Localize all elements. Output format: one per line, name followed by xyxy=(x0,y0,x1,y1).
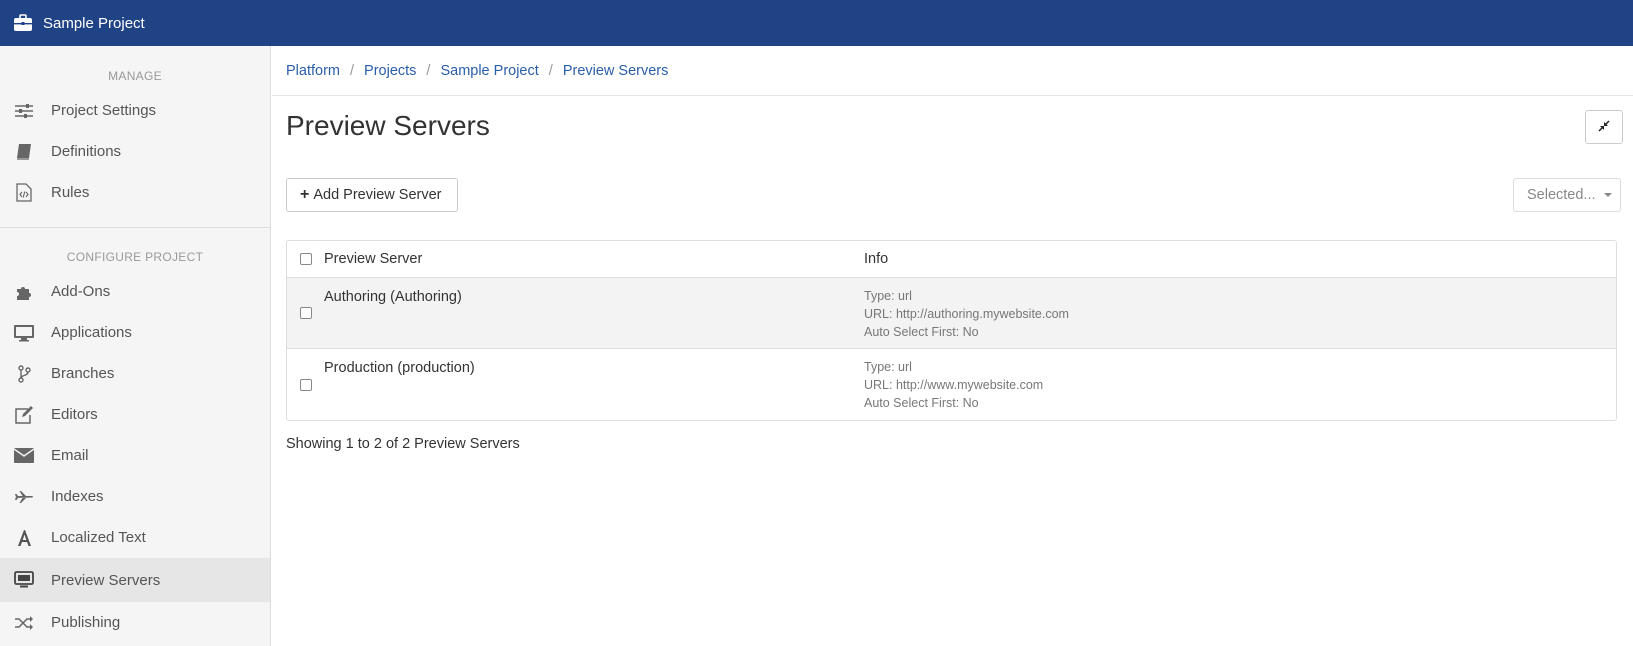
column-header-preview-server[interactable]: Preview Server xyxy=(324,251,864,267)
sidebar-item-label: Localized Text xyxy=(51,529,146,546)
info-url: URL: http://www.mywebsite.com xyxy=(864,378,1044,392)
project-title[interactable]: Sample Project xyxy=(43,15,145,32)
title-row: Preview Servers xyxy=(272,96,1633,158)
add-preview-server-button[interactable]: + Add Preview Server xyxy=(286,178,459,212)
plus-icon: + xyxy=(300,186,310,203)
sidebar-item-label: Indexes xyxy=(51,488,104,505)
server-name[interactable]: Authoring (Authoring) xyxy=(324,278,864,348)
breadcrumb-projects[interactable]: Projects xyxy=(364,63,416,79)
preview-servers-table: Preview Server Info Authoring (Authoring… xyxy=(286,240,1617,421)
row-checkbox[interactable] xyxy=(299,307,312,319)
select-all-checkbox[interactable] xyxy=(299,253,312,265)
sidebar-item-definitions[interactable]: Definitions xyxy=(0,131,270,172)
selected-actions-dropdown[interactable]: Selected... xyxy=(1513,178,1621,212)
configure-section-label: CONFIGURE PROJECT xyxy=(66,250,204,264)
sidebar-item-label: Branches xyxy=(51,365,115,382)
sidebar: MANAGE Project Settings Definitions Rule… xyxy=(0,46,271,646)
edit-icon xyxy=(13,405,35,425)
select-all-cell xyxy=(287,253,324,265)
sidebar-item-label: Applications xyxy=(51,324,132,341)
sidebar-item-label: Publishing xyxy=(51,614,121,631)
sidebar-item-email[interactable]: Email xyxy=(0,435,270,476)
sidebar-item-add-ons[interactable]: Add-Ons xyxy=(0,271,270,312)
table-row[interactable]: Production (production) Type: url URL: h… xyxy=(287,349,1616,420)
sidebar-item-publishing[interactable]: Publishing xyxy=(0,602,270,643)
sidebar-item-label: Rules xyxy=(51,184,90,201)
info-url: URL: http://authoring.mywebsite.com xyxy=(864,307,1069,321)
sliders-icon xyxy=(13,101,35,121)
sidebar-item-label: Project Settings xyxy=(51,102,157,119)
compress-icon xyxy=(1598,119,1610,135)
breadcrumb-separator: / xyxy=(426,62,431,79)
table-header: Preview Server Info xyxy=(287,241,1616,278)
add-preview-server-label: Add Preview Server xyxy=(313,187,442,203)
envelope-icon xyxy=(13,446,35,466)
row-select-cell xyxy=(287,278,324,348)
page-title: Preview Servers xyxy=(286,110,490,141)
row-select-cell xyxy=(287,349,324,420)
toolbar: + Add Preview Server Selected... xyxy=(272,158,1633,234)
info-auto-select: Auto Select First: No xyxy=(864,325,979,339)
shuffle-icon xyxy=(13,613,35,633)
sidebar-item-editors[interactable]: Editors xyxy=(0,394,270,435)
code-file-icon xyxy=(13,183,35,203)
server-info: Type: url URL: http://www.mywebsite.com … xyxy=(864,349,1616,420)
puzzle-icon xyxy=(13,282,35,302)
sidebar-item-label: Preview Servers xyxy=(51,571,161,589)
row-checkbox[interactable] xyxy=(299,378,312,391)
top-bar: Sample Project xyxy=(0,0,1633,46)
breadcrumb-platform[interactable]: Platform xyxy=(286,63,340,79)
breadcrumb-sample-project[interactable]: Sample Project xyxy=(440,63,538,79)
caret-down-icon xyxy=(1603,193,1612,197)
plane-icon xyxy=(13,487,35,507)
sidebar-item-branches[interactable]: Branches xyxy=(0,353,270,394)
sidebar-item-rules[interactable]: Rules xyxy=(0,172,270,213)
sidebar-item-label: Definitions xyxy=(51,143,122,160)
info-auto-select: Auto Select First: No xyxy=(864,396,979,410)
breadcrumb-separator: / xyxy=(350,62,355,79)
main-content: Platform / Projects / Sample Project / P… xyxy=(272,46,1633,646)
server-info: Type: url URL: http://authoring.mywebsit… xyxy=(864,278,1616,348)
sidebar-item-label: Add-Ons xyxy=(51,283,111,300)
branch-icon xyxy=(13,364,35,384)
selected-actions-label: Selected... xyxy=(1527,187,1596,203)
table-row[interactable]: Authoring (Authoring) Type: url URL: htt… xyxy=(287,278,1616,349)
breadcrumb-separator: / xyxy=(548,62,553,79)
server-name[interactable]: Production (production) xyxy=(324,349,864,420)
font-icon xyxy=(13,528,35,548)
sidebar-item-preview-servers[interactable]: Preview Servers xyxy=(0,558,270,602)
info-type: Type: url xyxy=(864,360,912,374)
sidebar-item-label: Editors xyxy=(51,406,98,423)
breadcrumb-preview-servers[interactable]: Preview Servers xyxy=(563,63,669,79)
sidebar-item-label: Email xyxy=(51,447,89,464)
sidebar-item-applications[interactable]: Applications xyxy=(0,312,270,353)
manage-section-label: MANAGE xyxy=(108,69,162,83)
book-icon xyxy=(13,142,35,162)
pagination-summary: Showing 1 to 2 of 2 Preview Servers xyxy=(286,436,520,452)
info-type: Type: url xyxy=(864,289,912,303)
monitor-icon xyxy=(13,323,35,343)
column-header-info: Info xyxy=(864,251,889,267)
briefcase-icon xyxy=(13,13,33,33)
configure-section: CONFIGURE PROJECT Add-Ons Applications B… xyxy=(0,227,270,643)
sidebar-item-indexes[interactable]: Indexes xyxy=(0,476,270,517)
breadcrumb: Platform / Projects / Sample Project / P… xyxy=(272,46,1633,96)
sidebar-item-localized-text[interactable]: Localized Text xyxy=(0,517,270,558)
desktop-icon xyxy=(13,570,35,590)
sidebar-item-project-settings[interactable]: Project Settings xyxy=(0,90,270,131)
compress-button[interactable] xyxy=(1585,110,1623,144)
